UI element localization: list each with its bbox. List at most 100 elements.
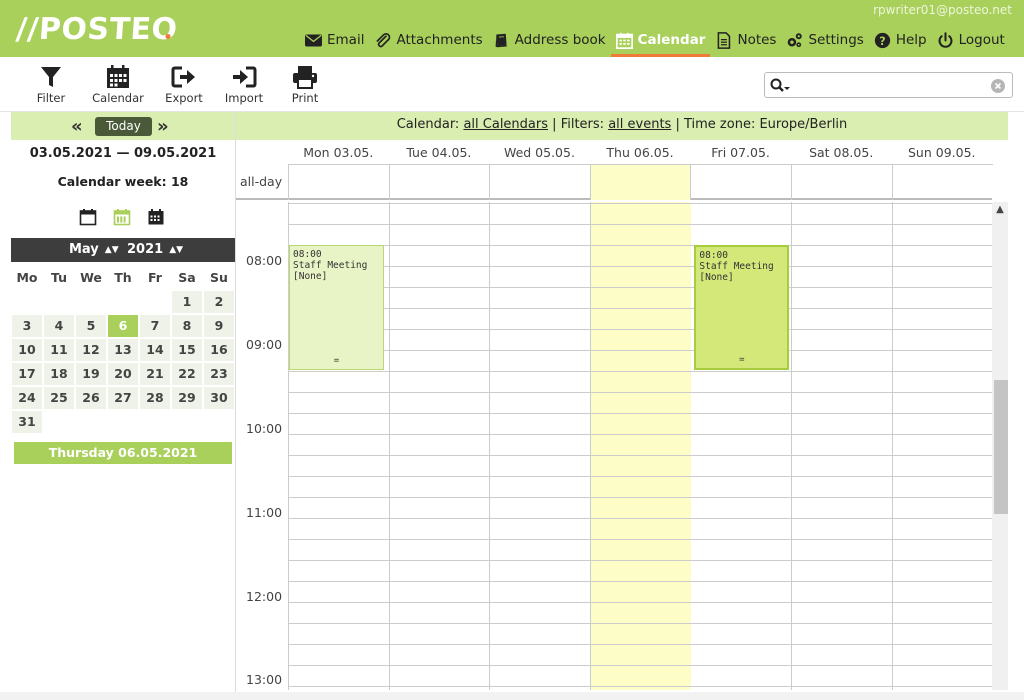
all-day-cell[interactable] bbox=[489, 164, 591, 200]
today-button[interactable]: Today bbox=[95, 117, 152, 136]
month-select[interactable]: May ▲▼ bbox=[69, 242, 119, 257]
mini-calendar-day[interactable]: 12 bbox=[76, 339, 106, 361]
day-column[interactable] bbox=[489, 202, 590, 690]
clear-search-icon[interactable] bbox=[991, 79, 1005, 93]
mini-calendar-day[interactable]: 8 bbox=[172, 315, 202, 337]
grid-line bbox=[288, 623, 992, 624]
mini-calendar-day[interactable]: 28 bbox=[140, 387, 170, 409]
grid-line bbox=[288, 518, 992, 519]
mini-calendar-day[interactable]: 30 bbox=[204, 387, 234, 409]
nav-address-book[interactable]: Address book bbox=[488, 26, 611, 54]
day-view-icon[interactable] bbox=[79, 208, 97, 226]
mini-calendar-day[interactable]: 24 bbox=[12, 387, 42, 409]
mini-calendar-day[interactable]: 19 bbox=[76, 363, 106, 385]
mini-calendar-day[interactable]: 10 bbox=[12, 339, 42, 361]
day-column[interactable] bbox=[589, 202, 691, 690]
all-day-cell[interactable] bbox=[388, 164, 490, 200]
filter-button[interactable]: Filter bbox=[21, 65, 81, 105]
day-header[interactable]: Sat 08.05. bbox=[791, 142, 892, 164]
mini-calendar-day[interactable]: 21 bbox=[140, 363, 170, 385]
nav-email[interactable]: Email bbox=[300, 26, 369, 54]
day-header[interactable]: Sun 09.05. bbox=[891, 142, 992, 164]
mini-calendar-day[interactable]: 1 bbox=[172, 291, 202, 313]
calendar-grid-icon bbox=[107, 65, 129, 88]
print-button[interactable]: Print bbox=[275, 65, 335, 105]
scroll-up-icon[interactable]: ▲ bbox=[992, 202, 1008, 218]
mini-calendar-day[interactable]: 26 bbox=[76, 387, 106, 409]
calendar-scrollbar[interactable]: ▲ bbox=[992, 202, 1008, 690]
nav-notes[interactable]: Notes bbox=[710, 26, 781, 54]
search-input[interactable] bbox=[795, 76, 985, 94]
year-select[interactable]: 2021 ▲▼ bbox=[127, 242, 183, 257]
mini-calendar-day[interactable]: 5 bbox=[76, 315, 106, 337]
grid-line bbox=[288, 266, 992, 267]
day-column[interactable] bbox=[791, 202, 892, 690]
calendar-button[interactable]: Calendar bbox=[88, 65, 148, 105]
timezone-label: Time zone: Europe/Berlin bbox=[683, 117, 848, 132]
day-header[interactable]: Tue 04.05. bbox=[389, 142, 490, 164]
mini-calendar-day[interactable]: 31 bbox=[12, 411, 42, 433]
mini-calendar-day[interactable]: 16 bbox=[204, 339, 234, 361]
day-header[interactable]: Wed 05.05. bbox=[489, 142, 590, 164]
print-label: Print bbox=[291, 91, 319, 105]
posteo-logo[interactable]: //POSTEO bbox=[15, 12, 179, 47]
export-button[interactable]: Export bbox=[154, 65, 214, 105]
weekday-label: We bbox=[80, 270, 102, 285]
import-button[interactable]: Import bbox=[214, 65, 274, 105]
all-day-cell[interactable] bbox=[891, 164, 993, 200]
all-day-cell[interactable] bbox=[288, 164, 389, 200]
funnel-icon bbox=[41, 67, 61, 87]
toolbar: Filter Calendar Export Import Print bbox=[0, 57, 1024, 112]
nav-logout[interactable]: Logout bbox=[932, 26, 1010, 54]
date-range: 03.05.2021 — 09.05.2021 bbox=[29, 146, 217, 161]
mini-calendar-day[interactable]: 3 bbox=[12, 315, 42, 337]
resize-handle-icon[interactable]: = bbox=[290, 356, 383, 367]
mini-calendar-day[interactable]: 7 bbox=[140, 315, 170, 337]
mini-calendar-day[interactable]: 22 bbox=[172, 363, 202, 385]
all-day-cell[interactable] bbox=[690, 164, 792, 200]
day-header[interactable]: Fri 07.05. bbox=[690, 142, 791, 164]
year-updown-icon: ▲▼ bbox=[169, 245, 184, 255]
all-calendars-link[interactable]: all Calendars bbox=[463, 117, 548, 132]
mini-calendar-day[interactable]: 14 bbox=[140, 339, 170, 361]
event-title: Staff Meeting bbox=[699, 261, 774, 272]
all-day-cell[interactable] bbox=[791, 164, 892, 200]
mini-calendar-day[interactable]: 15 bbox=[172, 339, 202, 361]
mini-calendar-day[interactable]: 6 bbox=[108, 315, 138, 337]
nav-help[interactable]: ? Help bbox=[869, 26, 932, 54]
event-staff-meeting[interactable]: 08:00 Staff Meeting [None] = bbox=[289, 245, 384, 370]
event-staff-meeting[interactable]: 08:00 Staff Meeting [None] = bbox=[694, 245, 790, 370]
calendar-filter-label: Calendar: bbox=[396, 117, 460, 132]
mini-calendar-day[interactable]: 20 bbox=[108, 363, 138, 385]
mini-calendar-day[interactable]: 17 bbox=[12, 363, 42, 385]
time-label: 12:00 bbox=[246, 589, 283, 604]
day-column[interactable] bbox=[891, 202, 993, 690]
day-column[interactable] bbox=[388, 202, 490, 690]
month-view-icon[interactable] bbox=[147, 208, 165, 226]
mini-calendar-day[interactable]: 4 bbox=[44, 315, 74, 337]
scroll-thumb[interactable] bbox=[994, 380, 1008, 514]
mini-calendar-day[interactable]: 29 bbox=[172, 387, 202, 409]
search-box[interactable] bbox=[764, 72, 1013, 98]
week-view-icon[interactable] bbox=[113, 208, 131, 226]
all-events-link[interactable]: all events bbox=[608, 117, 671, 132]
nav-settings[interactable]: Settings bbox=[781, 26, 868, 54]
bottom-border bbox=[0, 692, 1024, 700]
mini-calendar-day[interactable]: 25 bbox=[44, 387, 74, 409]
day-header[interactable]: Thu 06.05. bbox=[590, 142, 691, 164]
next-week-icon[interactable]: » bbox=[157, 116, 169, 137]
time-grid: 08:00 09:00 10:00 11:00 12:00 13:00 08:0… bbox=[236, 202, 1008, 690]
mini-calendar-day[interactable]: 23 bbox=[204, 363, 234, 385]
mini-calendar-day[interactable]: 9 bbox=[204, 315, 234, 337]
mini-calendar-day[interactable]: 18 bbox=[44, 363, 74, 385]
all-day-cell[interactable] bbox=[589, 164, 691, 200]
day-header[interactable]: Mon 03.05. bbox=[288, 142, 389, 164]
previous-week-icon[interactable]: « bbox=[71, 116, 83, 137]
nav-attachments[interactable]: Attachments bbox=[369, 26, 487, 54]
mini-calendar-day[interactable]: 13 bbox=[108, 339, 138, 361]
mini-calendar-day[interactable]: 11 bbox=[44, 339, 74, 361]
mini-calendar-day[interactable]: 27 bbox=[108, 387, 138, 409]
mini-calendar-day[interactable]: 2 bbox=[204, 291, 234, 313]
nav-calendar[interactable]: Calendar bbox=[610, 26, 711, 57]
resize-handle-icon[interactable]: = bbox=[696, 355, 787, 366]
